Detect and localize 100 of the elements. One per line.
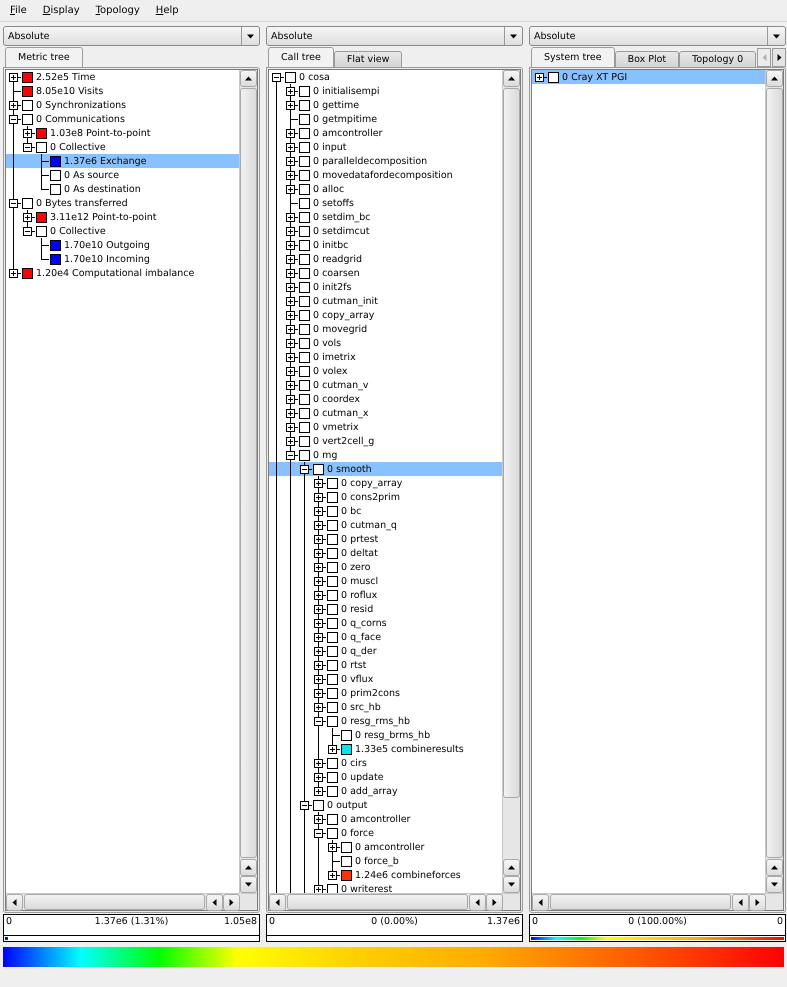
scroll-down-button[interactable] xyxy=(503,876,520,893)
tree-row[interactable]: 0 add_array xyxy=(269,784,502,798)
expand-toggle[interactable] xyxy=(328,745,337,754)
tree-row[interactable]: 0 cutman_x xyxy=(269,406,502,420)
tree-row[interactable]: 0 setoffs xyxy=(269,196,502,210)
tree-row[interactable]: 0 As source xyxy=(6,168,239,182)
tab[interactable]: Metric tree xyxy=(5,47,83,67)
expand-toggle[interactable] xyxy=(286,213,295,222)
scroll-down-button[interactable] xyxy=(766,876,783,893)
tab-scroll-right-button[interactable] xyxy=(772,48,786,67)
expand-toggle[interactable] xyxy=(314,521,323,530)
tree-row[interactable]: 0 coordex xyxy=(269,392,502,406)
expand-toggle[interactable] xyxy=(328,843,337,852)
expand-toggle[interactable] xyxy=(286,87,295,96)
expand-toggle[interactable] xyxy=(286,227,295,236)
tree-row[interactable]: 0 vmetrix xyxy=(269,420,502,434)
expand-toggle[interactable] xyxy=(286,185,295,194)
expand-toggle[interactable] xyxy=(314,563,323,572)
menu-item[interactable]: Display xyxy=(38,3,87,18)
expand-toggle[interactable] xyxy=(286,451,295,460)
expand-toggle[interactable] xyxy=(23,143,32,152)
tab[interactable]: Box Plot xyxy=(614,51,680,67)
tree-row[interactable]: 0 cutman_v xyxy=(269,378,502,392)
scroll-left-button[interactable] xyxy=(469,894,486,911)
expand-toggle[interactable] xyxy=(328,871,337,880)
tree-row[interactable]: 0 deltat xyxy=(269,546,502,560)
tree-row[interactable]: 0 copy_array xyxy=(269,476,502,490)
expand-toggle[interactable] xyxy=(314,647,323,656)
tab[interactable]: Flat view xyxy=(334,51,402,67)
expand-toggle[interactable] xyxy=(314,493,323,502)
scroll-up-button[interactable] xyxy=(766,70,783,87)
tab[interactable]: System tree xyxy=(531,47,615,67)
expand-toggle[interactable] xyxy=(286,283,295,292)
tree-row[interactable]: 0 paralleldecomposition xyxy=(269,154,502,168)
tree-row[interactable]: 0 vert2cell_g xyxy=(269,434,502,448)
tree-row[interactable]: 0 imetrix xyxy=(269,350,502,364)
tree-row[interactable]: 0 setdimcut xyxy=(269,224,502,238)
tree-row[interactable]: 0 force xyxy=(269,826,502,840)
scrollbar-thumb[interactable] xyxy=(766,88,783,858)
expand-toggle[interactable] xyxy=(286,311,295,320)
tree-row[interactable]: 0 vflux xyxy=(269,672,502,686)
tree-row[interactable]: 0 src_hb xyxy=(269,700,502,714)
expand-toggle[interactable] xyxy=(286,241,295,250)
tree-row[interactable]: 0 As destination xyxy=(6,182,239,196)
tree-row[interactable]: 0 writerest xyxy=(269,882,502,893)
scroll-right-button[interactable] xyxy=(749,894,766,911)
tree-row[interactable]: 0 cutman_init xyxy=(269,294,502,308)
tree-row[interactable]: 2.52e5 Time xyxy=(6,70,239,84)
expand-toggle[interactable] xyxy=(9,269,18,278)
tree-row[interactable]: 1.70e10 Outgoing xyxy=(6,238,239,252)
tree-row[interactable]: 0 amcontroller xyxy=(269,126,502,140)
tree-row[interactable]: 0 q_face xyxy=(269,630,502,644)
expand-toggle[interactable] xyxy=(314,703,323,712)
tree-row[interactable]: 1.37e6 Exchange xyxy=(6,154,239,168)
tree-row[interactable]: 0 amcontroller xyxy=(269,840,502,854)
tree-row[interactable]: 0 roflux xyxy=(269,588,502,602)
mode-dropdown[interactable]: Absolute xyxy=(529,26,786,46)
tree-row[interactable]: 0 cutman_q xyxy=(269,518,502,532)
scrollbar-thumb[interactable] xyxy=(240,88,257,858)
expand-toggle[interactable] xyxy=(314,633,323,642)
menu-item[interactable]: Topology xyxy=(90,3,147,18)
tree-row[interactable]: 0 readgrid xyxy=(269,252,502,266)
expand-toggle[interactable] xyxy=(286,171,295,180)
tree-row[interactable]: 0 vols xyxy=(269,336,502,350)
expand-toggle[interactable] xyxy=(286,353,295,362)
scroll-right-button[interactable] xyxy=(223,894,240,911)
tree-row[interactable]: 0 mg xyxy=(269,448,502,462)
tree-row[interactable]: 0 Bytes transferred xyxy=(6,196,239,210)
menu-item[interactable]: Help xyxy=(150,3,186,18)
expand-toggle[interactable] xyxy=(23,129,32,138)
expand-toggle[interactable] xyxy=(300,801,309,810)
scroll-left-button[interactable] xyxy=(732,894,749,911)
expand-toggle[interactable] xyxy=(286,367,295,376)
tree-row[interactable]: 0 prtest xyxy=(269,532,502,546)
expand-toggle[interactable] xyxy=(9,101,18,110)
scroll-up-button[interactable] xyxy=(240,70,257,87)
expand-toggle[interactable] xyxy=(314,759,323,768)
expand-toggle[interactable] xyxy=(286,143,295,152)
expand-toggle[interactable] xyxy=(314,535,323,544)
tree-row[interactable]: 0 gettime xyxy=(269,98,502,112)
expand-toggle[interactable] xyxy=(9,199,18,208)
expand-toggle[interactable] xyxy=(535,73,544,82)
tree-row[interactable]: 0 smooth xyxy=(269,462,502,476)
tree-row[interactable]: 0 output xyxy=(269,798,502,812)
expand-toggle[interactable] xyxy=(314,717,323,726)
tab[interactable]: Topology 0 xyxy=(679,51,756,67)
tree-row[interactable]: 0 resid xyxy=(269,602,502,616)
scroll-left-button[interactable] xyxy=(6,894,23,911)
expand-toggle[interactable] xyxy=(286,297,295,306)
scroll-up-button[interactable] xyxy=(503,859,520,876)
tree-row[interactable]: 0 alloc xyxy=(269,182,502,196)
scrollbar-thumb[interactable] xyxy=(24,894,205,910)
scroll-right-button[interactable] xyxy=(486,894,503,911)
expand-toggle[interactable] xyxy=(314,787,323,796)
expand-toggle[interactable] xyxy=(286,129,295,138)
expand-toggle[interactable] xyxy=(314,661,323,670)
tree-row[interactable]: 0 Collective xyxy=(6,224,239,238)
expand-toggle[interactable] xyxy=(286,101,295,110)
expand-toggle[interactable] xyxy=(286,269,295,278)
tree-row[interactable]: 0 q_corns xyxy=(269,616,502,630)
